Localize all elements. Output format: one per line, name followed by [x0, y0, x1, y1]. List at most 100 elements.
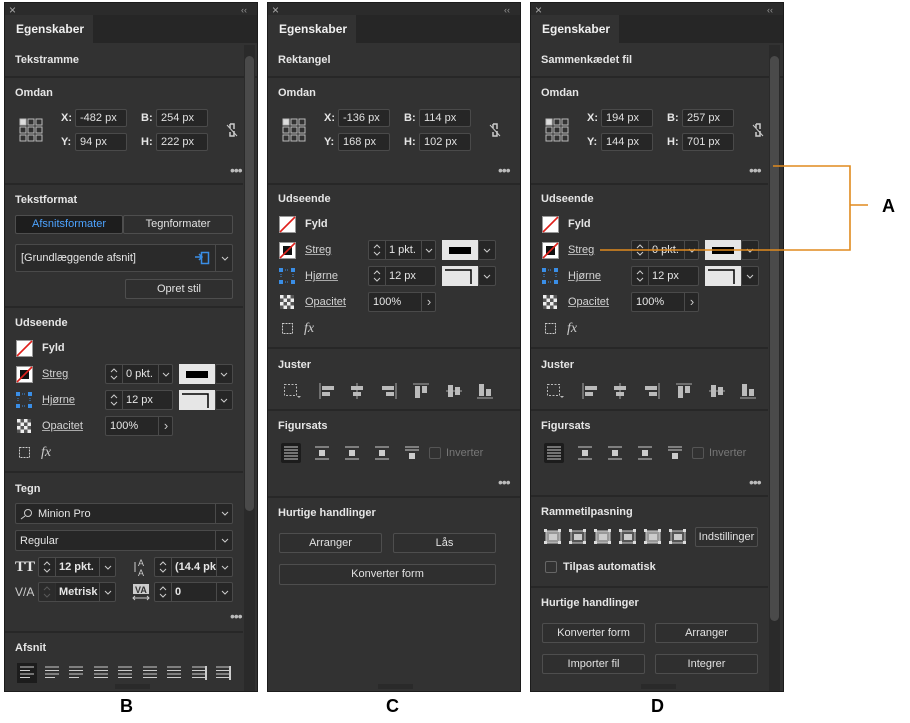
fit-frame-to-content-icon[interactable]: [594, 528, 612, 546]
effects-fx-icon[interactable]: fx: [41, 446, 51, 460]
more-options-icon[interactable]: •••: [498, 475, 511, 489]
fit-content-to-frame-icon[interactable]: [619, 528, 637, 546]
quick-action-button[interactable]: Arranger: [279, 533, 382, 553]
opacity-field[interactable]: 100% ›: [368, 292, 436, 312]
stroke-options-icon[interactable]: [280, 321, 296, 337]
align-towards-spine-icon[interactable]: [189, 663, 209, 683]
opacity-label[interactable]: Opacitet: [305, 295, 346, 309]
kerning-stepper[interactable]: Metrisk: [38, 582, 116, 602]
jump-to-next-column-icon[interactable]: [665, 443, 685, 463]
align-vertical-center-icon[interactable]: [708, 382, 726, 400]
align-left-icon[interactable]: [581, 382, 599, 400]
h-input[interactable]: 102 px: [419, 133, 471, 151]
align-horizontal-center-icon[interactable]: [348, 382, 366, 400]
chevron-down-icon[interactable]: [215, 531, 232, 550]
stroke-weight-stepper-value[interactable]: 0 pkt.: [652, 242, 679, 258]
align-away-from-spine-icon[interactable]: [213, 663, 233, 683]
jump-object-icon[interactable]: [372, 443, 392, 463]
corner-shape-swatch[interactable]: [179, 390, 215, 410]
chevron-down-icon[interactable]: [216, 583, 232, 601]
stepper-arrows-icon[interactable]: [155, 558, 172, 576]
stepper-arrows-icon[interactable]: [155, 583, 172, 601]
stroke-swatch-icon[interactable]: [541, 241, 559, 259]
wrap-around-bounding-box-icon[interactable]: [575, 443, 595, 463]
corner-shape-dropdown[interactable]: [741, 266, 759, 286]
opacity-field[interactable]: 100% ›: [105, 416, 173, 436]
stepper-arrows-icon[interactable]: [369, 241, 386, 259]
center-content-icon[interactable]: [644, 528, 662, 546]
stroke-style-dropdown[interactable]: [478, 240, 496, 260]
more-options-icon[interactable]: •••: [498, 163, 511, 177]
chevron-right-icon[interactable]: ›: [684, 293, 698, 311]
tab-properties[interactable]: Egenskaber: [268, 15, 356, 43]
tracking-stepper[interactable]: 0: [154, 582, 233, 602]
stroke-label[interactable]: Streg: [305, 243, 331, 257]
stroke-weight-stepper-value[interactable]: 0 pkt.: [126, 366, 153, 382]
align-right-icon[interactable]: [66, 663, 86, 683]
leading-stepper-value[interactable]: (14.4 pk: [175, 559, 216, 575]
corner-size-stepper[interactable]: 12 px: [631, 266, 699, 286]
chevron-right-icon[interactable]: ›: [158, 417, 172, 435]
font-size-stepper-value[interactable]: 12 pkt.: [59, 559, 99, 575]
jump-to-next-column-icon[interactable]: [402, 443, 422, 463]
stroke-weight-stepper[interactable]: 1 pkt.: [368, 240, 436, 260]
stroke-swatch-icon[interactable]: [15, 365, 33, 383]
constrain-proportions-link-icon[interactable]: [488, 121, 502, 139]
more-options-icon[interactable]: •••: [749, 475, 762, 489]
corner-options-icon[interactable]: [541, 267, 559, 285]
quick-action-button[interactable]: Konverter form: [279, 564, 496, 585]
align-left-icon[interactable]: [318, 382, 336, 400]
opacity-label[interactable]: Opacitet: [42, 419, 83, 433]
paragraph-style-dropdown[interactable]: [Grundlæggende afsnit]: [15, 244, 233, 272]
wrap-around-bounding-box-icon[interactable]: [312, 443, 332, 463]
w-input[interactable]: 114 px: [419, 109, 471, 127]
stroke-style-swatch[interactable]: [705, 240, 741, 260]
chevron-down-icon[interactable]: [216, 558, 232, 576]
stepper-arrows-icon[interactable]: [632, 267, 649, 285]
corners-label[interactable]: Hjørne: [42, 393, 75, 407]
opacity-field[interactable]: 100% ›: [631, 292, 699, 312]
stepper-arrows-icon[interactable]: [369, 267, 386, 285]
reference-point-icon[interactable]: [545, 117, 571, 143]
effects-fx-icon[interactable]: fx: [567, 322, 577, 336]
stroke-options-icon[interactable]: [543, 321, 559, 337]
wrap-around-shape-icon[interactable]: [605, 443, 625, 463]
fit-content-proportionally-icon[interactable]: [569, 528, 587, 546]
resize-grip[interactable]: [641, 684, 676, 689]
reference-point-icon[interactable]: [282, 117, 308, 143]
constrain-proportions-link-icon[interactable]: [751, 121, 765, 139]
resize-grip[interactable]: [115, 684, 150, 689]
corner-shape-dropdown[interactable]: [478, 266, 496, 286]
no-text-wrap-icon[interactable]: [544, 443, 564, 463]
quick-action-button[interactable]: Integrer: [655, 654, 758, 674]
scrollbar-thumb[interactable]: [245, 56, 254, 511]
stroke-style-swatch[interactable]: [442, 240, 478, 260]
align-to-selection-icon[interactable]: [282, 382, 302, 400]
chevron-down-icon[interactable]: [99, 558, 115, 576]
fill-none-swatch-icon[interactable]: [278, 215, 296, 233]
x-input[interactable]: 194 px: [601, 109, 653, 127]
tab-properties[interactable]: Egenskaber: [531, 15, 619, 43]
fill-frame-proportionally-icon[interactable]: [544, 528, 562, 546]
tab-paragraph-styles[interactable]: Afsnitsformater: [15, 215, 123, 234]
y-input[interactable]: 144 px: [601, 133, 653, 151]
y-input[interactable]: 94 px: [75, 133, 127, 151]
kerning-stepper-value[interactable]: Metrisk: [59, 584, 99, 600]
justify-left-icon[interactable]: [91, 663, 111, 683]
fill-none-swatch-icon[interactable]: [541, 215, 559, 233]
quick-action-button[interactable]: Arranger: [655, 623, 758, 643]
stroke-style-dropdown[interactable]: [741, 240, 759, 260]
justify-center-icon[interactable]: [115, 663, 135, 683]
justify-right-icon[interactable]: [140, 663, 160, 683]
resize-grip[interactable]: [378, 684, 413, 689]
align-horizontal-center-icon[interactable]: [611, 382, 629, 400]
content-aware-fit-icon[interactable]: [669, 528, 687, 546]
stroke-weight-stepper[interactable]: 0 pkt.: [631, 240, 699, 260]
font-family-dropdown[interactable]: Minion Pro: [15, 503, 233, 524]
stroke-options-icon[interactable]: [17, 445, 33, 461]
create-style-button[interactable]: Opret stil: [125, 279, 233, 299]
align-left-icon[interactable]: [17, 663, 37, 683]
w-input[interactable]: 257 px: [682, 109, 734, 127]
more-options-icon[interactable]: •••: [230, 609, 243, 623]
corner-shape-dropdown[interactable]: [215, 390, 233, 410]
